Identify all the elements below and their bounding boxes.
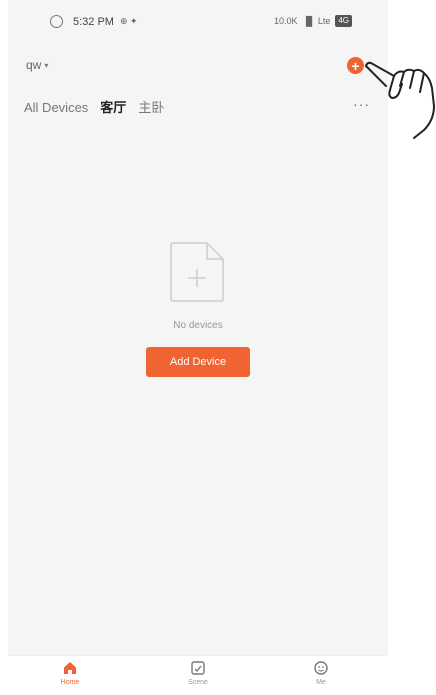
status-left: 5:32 PM ⊕ ✦	[50, 15, 138, 28]
nav-me-label: Me	[316, 679, 326, 686]
signal-icon: ▐▌ Lte	[302, 16, 331, 26]
nav-home-label: Home	[60, 679, 80, 686]
empty-message: No devices	[173, 320, 223, 331]
status-icons: ⊕ ✦	[119, 16, 138, 26]
nav-scene-label: Scene	[188, 679, 208, 686]
scene-icon	[191, 661, 205, 675]
bottom-nav: Home Scene Me	[8, 655, 388, 695]
tab-master-bedroom[interactable]: 主卧	[138, 97, 164, 116]
tab-all-devices[interactable]: All Devices	[24, 100, 88, 115]
add-device-button[interactable]: Add Device	[146, 347, 250, 377]
home-icon	[64, 662, 76, 674]
nav-home[interactable]: Home	[40, 660, 100, 686]
add-button[interactable]: +	[347, 57, 364, 74]
status-bar: 5:32 PM ⊕ ✦ 10.0K ▐▌ Lte 4G	[8, 0, 388, 44]
chevron-down-icon: ▾	[44, 60, 49, 70]
tab-living-room[interactable]: 客厅	[100, 97, 126, 116]
app-screen: 5:32 PM ⊕ ✦ 10.0K ▐▌ Lte 4G qw ▾ + All D…	[8, 0, 388, 695]
nav-me[interactable]: Me	[291, 660, 351, 686]
notification-circle-icon	[50, 15, 63, 28]
status-right: 10.0K ▐▌ Lte 4G	[274, 15, 352, 27]
plus-circle-icon: +	[351, 57, 360, 74]
pointing-hand-icon	[365, 61, 435, 139]
home-selector[interactable]: qw ▾	[26, 58, 48, 72]
add-file-icon	[170, 242, 224, 302]
network-speed: 10.0K	[274, 16, 298, 26]
room-tabs: All Devices 客厅 主卧	[24, 97, 164, 116]
home-name: qw	[26, 58, 42, 72]
battery-icon: 4G	[335, 15, 352, 27]
nav-scene[interactable]: Scene	[168, 660, 228, 686]
me-icon	[314, 661, 328, 675]
status-time: 5:32 PM	[73, 15, 114, 28]
